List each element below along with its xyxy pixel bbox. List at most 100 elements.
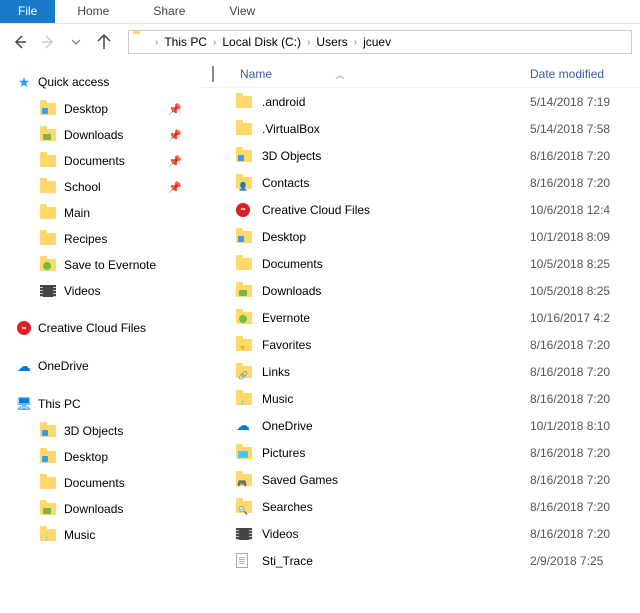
- sidebar-item-label: Save to Evernote: [64, 258, 156, 272]
- folder-icon: [236, 150, 252, 162]
- file-row[interactable]: Videos8/16/2018 7:20: [200, 520, 640, 547]
- folder-icon: [236, 339, 252, 351]
- file-row[interactable]: .android5/14/2018 7:19: [200, 88, 640, 115]
- folder-icon: [236, 285, 252, 297]
- chevron-right-icon[interactable]: ›: [153, 37, 160, 48]
- file-date: 8/16/2018 7:20: [530, 392, 640, 406]
- column-headers: Name ︿ Date modified: [200, 60, 640, 88]
- this-pc-label: This PC: [38, 397, 81, 411]
- creative-cloud-group[interactable]: ∞ Creative Cloud Files: [0, 314, 200, 342]
- file-name: Favorites: [256, 338, 530, 352]
- crumb-local-disk[interactable]: Local Disk (C:): [218, 35, 305, 49]
- onedrive-group[interactable]: ☁ OneDrive: [0, 352, 200, 380]
- select-all-checkbox[interactable]: [212, 67, 236, 81]
- chevron-right-icon[interactable]: ›: [305, 37, 312, 48]
- file-name: Downloads: [256, 284, 530, 298]
- file-date: 5/14/2018 7:58: [530, 122, 640, 136]
- folder-icon: [236, 96, 252, 108]
- sidebar-item[interactable]: Recipes: [0, 226, 200, 252]
- file-name: Evernote: [256, 311, 530, 325]
- file-row[interactable]: Documents10/5/2018 8:25: [200, 250, 640, 277]
- menubar: File Home Share View: [0, 0, 640, 24]
- sidebar-item[interactable]: Music: [0, 522, 200, 548]
- folder-icon: [40, 207, 56, 219]
- file-date: 8/16/2018 7:20: [530, 176, 640, 190]
- crumb-users[interactable]: Users: [312, 35, 351, 49]
- file-row[interactable]: Sti_Trace2/9/2018 7:25: [200, 547, 640, 574]
- file-name: 3D Objects: [256, 149, 530, 163]
- sidebar-item[interactable]: Save to Evernote: [0, 252, 200, 278]
- sidebar-item[interactable]: 3D Objects: [0, 418, 200, 444]
- file-row[interactable]: Favorites8/16/2018 7:20: [200, 331, 640, 358]
- sidebar-item[interactable]: Downloads: [0, 496, 200, 522]
- file-name: Creative Cloud Files: [256, 203, 530, 217]
- creative-cloud-icon: ∞: [236, 203, 250, 217]
- file-date: 8/16/2018 7:20: [530, 527, 640, 541]
- file-row[interactable]: Pictures8/16/2018 7:20: [200, 439, 640, 466]
- file-row[interactable]: Music8/16/2018 7:20: [200, 385, 640, 412]
- tab-home[interactable]: Home: [55, 0, 131, 23]
- up-button[interactable]: [92, 30, 116, 54]
- forward-button[interactable]: [36, 30, 60, 54]
- sidebar-item-label: Downloads: [64, 128, 123, 142]
- sidebar-item-label: Music: [64, 528, 95, 542]
- quick-access-group[interactable]: ★ Quick access: [0, 68, 200, 96]
- sidebar-item-label: Main: [64, 206, 90, 220]
- navigation-pane: ★ Quick access Desktop📌Downloads📌Documen…: [0, 60, 200, 613]
- folder-icon: [40, 451, 56, 463]
- sidebar-item[interactable]: Main: [0, 200, 200, 226]
- address-bar[interactable]: › This PC › Local Disk (C:) › Users › jc…: [128, 30, 632, 54]
- file-row[interactable]: 3D Objects8/16/2018 7:20: [200, 142, 640, 169]
- file-row[interactable]: Desktop10/1/2018 8:09: [200, 223, 640, 250]
- file-date: 10/16/2017 4:2: [530, 311, 640, 325]
- file-row[interactable]: Evernote10/16/2017 4:2: [200, 304, 640, 331]
- folder-icon: [236, 177, 252, 189]
- sidebar-item[interactable]: Documents: [0, 470, 200, 496]
- file-row[interactable]: Downloads10/5/2018 8:25: [200, 277, 640, 304]
- file-row[interactable]: Links8/16/2018 7:20: [200, 358, 640, 385]
- crumb-this-pc[interactable]: This PC: [160, 35, 211, 49]
- this-pc-group[interactable]: 🖥 This PC: [0, 390, 200, 418]
- column-name[interactable]: Name ︿: [236, 67, 530, 81]
- creative-cloud-icon: ∞: [16, 320, 32, 336]
- sidebar-item-label: School: [64, 180, 101, 194]
- file-row[interactable]: Saved Games8/16/2018 7:20: [200, 466, 640, 493]
- file-name: Videos: [256, 527, 530, 541]
- quick-access-icon: ★: [16, 74, 32, 90]
- file-row[interactable]: .VirtualBox5/14/2018 7:58: [200, 115, 640, 142]
- sidebar-item-label: Recipes: [64, 232, 107, 246]
- sidebar-item-label: Documents: [64, 476, 125, 490]
- recent-dropdown[interactable]: [64, 30, 88, 54]
- chevron-right-icon[interactable]: ›: [352, 37, 359, 48]
- sidebar-item[interactable]: Videos: [0, 278, 200, 304]
- sidebar-item-label: Documents: [64, 154, 125, 168]
- pin-icon: 📌: [168, 181, 182, 194]
- file-row[interactable]: ∞Creative Cloud Files10/6/2018 12:4: [200, 196, 640, 223]
- sidebar-item[interactable]: Documents 📌: [0, 148, 200, 174]
- sidebar-item-label: Desktop: [64, 102, 108, 116]
- file-name: Desktop: [256, 230, 530, 244]
- file-menu[interactable]: File: [0, 0, 55, 23]
- file-date: 5/14/2018 7:19: [530, 95, 640, 109]
- folder-icon: [40, 529, 56, 541]
- sidebar-item[interactable]: Downloads📌: [0, 122, 200, 148]
- crumb-jcuev[interactable]: jcuev: [359, 35, 395, 49]
- tab-share[interactable]: Share: [131, 0, 207, 23]
- folder-icon: [236, 312, 252, 324]
- sidebar-item[interactable]: Desktop: [0, 444, 200, 470]
- tab-view[interactable]: View: [207, 0, 277, 23]
- sort-asc-icon: ︿: [335, 70, 344, 80]
- nav-toolbar: › This PC › Local Disk (C:) › Users › jc…: [0, 24, 640, 60]
- folder-icon: [236, 393, 252, 405]
- sidebar-item[interactable]: School 📌: [0, 174, 200, 200]
- file-name: Music: [256, 392, 530, 406]
- chevron-right-icon[interactable]: ›: [211, 37, 218, 48]
- file-row[interactable]: Searches8/16/2018 7:20: [200, 493, 640, 520]
- quick-access-label: Quick access: [38, 75, 109, 89]
- column-date[interactable]: Date modified: [530, 67, 640, 81]
- file-row[interactable]: Contacts8/16/2018 7:20: [200, 169, 640, 196]
- pin-icon: 📌: [168, 155, 182, 168]
- back-button[interactable]: [8, 30, 32, 54]
- file-row[interactable]: ☁OneDrive10/1/2018 8:10: [200, 412, 640, 439]
- sidebar-item[interactable]: Desktop📌: [0, 96, 200, 122]
